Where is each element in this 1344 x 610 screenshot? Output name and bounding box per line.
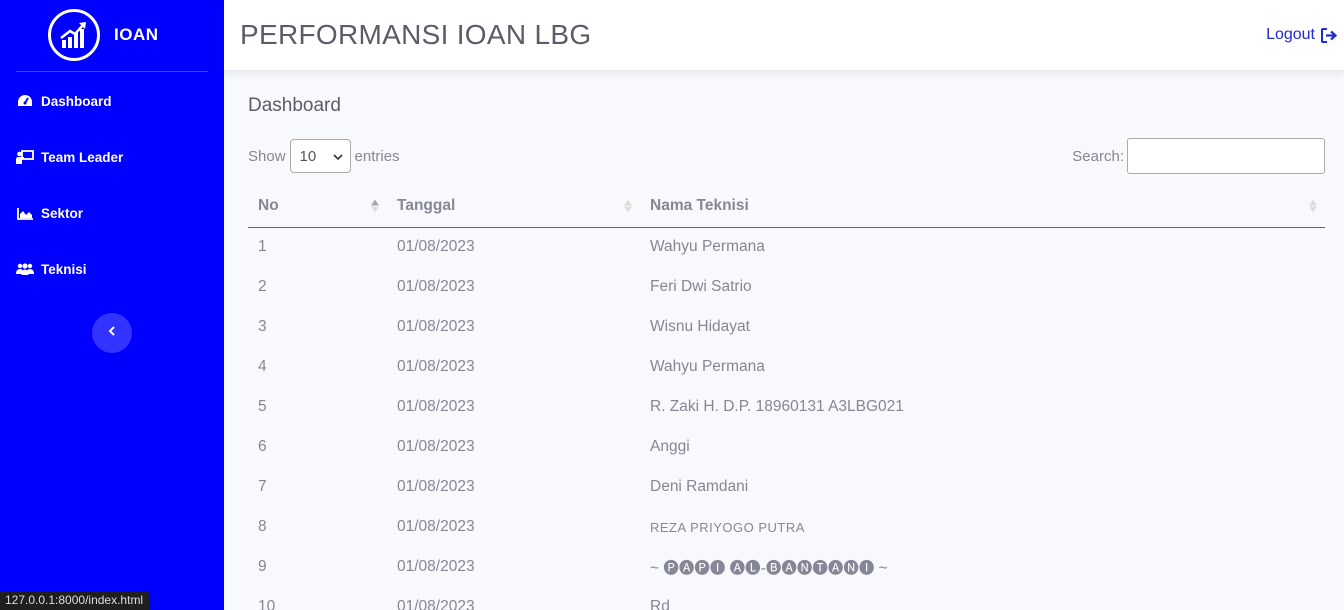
- table-row: 4 01/08/2023 Wahyu Permana: [248, 347, 1325, 387]
- growth-chart-logo-icon: [48, 9, 100, 61]
- sidebar-toggle-button[interactable]: [92, 313, 132, 353]
- column-header-label: No: [258, 196, 279, 214]
- cell-nama-teknisi: R. Zaki H. D.P. 18960131 A3LBG021: [650, 398, 904, 415]
- cell-no: 10: [258, 598, 276, 610]
- cell-tanggal: 01/08/2023: [397, 238, 475, 256]
- entries-value: 10: [299, 147, 317, 165]
- cell-nama-teknisi: ~ 🅟🅐🅟🅘 🅐🅛-🅑🅐🅝🅣🅐🅝🅘 ~: [650, 560, 888, 577]
- sidebar-item-label: Team Leader: [41, 149, 124, 165]
- cell-tanggal: 01/08/2023: [397, 318, 475, 335]
- topbar: PERFORMANSI IOAN LBG Logout: [224, 0, 1344, 70]
- cell-nama-teknisi: Rd: [650, 598, 670, 610]
- cell-no: 6: [258, 438, 267, 455]
- sidebar-item-team-leader[interactable]: Team Leader: [0, 129, 224, 185]
- table-row: 2 01/08/2023 Feri Dwi Satrio: [248, 267, 1325, 307]
- chevron-left-icon: [108, 324, 116, 342]
- column-header-label: Tanggal: [397, 196, 456, 214]
- sidebar: IOAN Dashboard Team Leader Sektor Teknis…: [0, 0, 224, 610]
- sort-icon: [624, 199, 632, 213]
- cell-tanggal: 01/08/2023: [397, 518, 475, 535]
- cell-tanggal: 01/08/2023: [397, 278, 475, 295]
- cell-no: 5: [258, 398, 267, 415]
- page-title: PERFORMANSI IOAN LBG: [240, 19, 592, 50]
- table-header-row: No Tanggal Nama Teknisi: [248, 185, 1325, 228]
- sidebar-item-teknisi[interactable]: Teknisi: [0, 241, 224, 297]
- brand-name: IOAN: [114, 25, 159, 44]
- column-header-nama-teknisi[interactable]: Nama Teknisi: [640, 185, 1325, 228]
- table-row: 8 01/08/2023 REZA PRIYOGO PUTRA: [248, 507, 1325, 547]
- cell-nama-teknisi: Deni Ramdani: [650, 478, 749, 495]
- table-row: 9 01/08/2023 ~ 🅟🅐🅟🅘 🅐🅛-🅑🅐🅝🅣🅐🅝🅘 ~: [248, 547, 1325, 587]
- table-controls: Show 10 entries Search:: [248, 138, 1325, 174]
- cell-no: 8: [258, 518, 267, 535]
- cell-no: 3: [258, 318, 267, 335]
- cell-nama-teknisi: Anggi: [650, 438, 690, 455]
- chalkboard-teacher-icon: [16, 148, 34, 166]
- search-control: Search:: [1072, 138, 1325, 174]
- search-label: Search:: [1072, 147, 1124, 165]
- sidebar-divider: [16, 71, 208, 72]
- cell-nama-teknisi: Feri Dwi Satrio: [650, 278, 752, 295]
- cell-tanggal: 01/08/2023: [397, 438, 475, 455]
- entries-select[interactable]: 10: [289, 139, 351, 173]
- cell-nama-teknisi: REZA PRIYOGO PUTRA: [650, 519, 805, 535]
- brand[interactable]: IOAN: [0, 0, 224, 70]
- teknisi-table: No Tanggal Nama Teknisi 1 01/08/2023 Wah…: [248, 185, 1325, 610]
- column-header-no[interactable]: No: [248, 185, 387, 228]
- tachometer-icon: [16, 92, 34, 110]
- column-header-label: Nama Teknisi: [650, 196, 749, 214]
- sort-icon: [371, 199, 379, 213]
- cell-tanggal: 01/08/2023: [397, 398, 475, 415]
- cell-nama-teknisi: Wisnu Hidayat: [650, 318, 750, 335]
- sidebar-item-label: Sektor: [41, 205, 84, 221]
- sign-out-icon: [1321, 27, 1338, 43]
- cell-tanggal: 01/08/2023: [397, 358, 475, 375]
- table-row: 6 01/08/2023 Anggi: [248, 427, 1325, 467]
- logout-link[interactable]: Logout: [1266, 26, 1344, 44]
- entries-length-control: Show 10 entries: [248, 139, 400, 173]
- chevron-down-icon: [332, 148, 343, 165]
- section-title: Dashboard: [248, 95, 341, 116]
- show-label: Show: [248, 147, 286, 165]
- logout-label: Logout: [1266, 26, 1315, 43]
- cell-no: 7: [258, 478, 267, 495]
- entries-label: entries: [354, 147, 400, 165]
- table-row: 1 01/08/2023 Wahyu Permana: [248, 227, 1325, 267]
- cell-tanggal: 01/08/2023: [397, 598, 475, 610]
- cell-no: 2: [258, 278, 267, 295]
- cell-nama-teknisi: Wahyu Permana: [650, 358, 765, 375]
- cell-no: 4: [258, 358, 267, 375]
- area-chart-icon: [16, 204, 34, 222]
- sidebar-item-label: Teknisi: [41, 261, 87, 277]
- sidebar-item-sektor[interactable]: Sektor: [0, 185, 224, 241]
- cell-no: 1: [258, 238, 267, 256]
- cell-tanggal: 01/08/2023: [397, 478, 475, 495]
- sort-icon: [1309, 199, 1317, 213]
- cell-nama-teknisi: Wahyu Permana: [650, 238, 765, 256]
- table-row: 5 01/08/2023 R. Zaki H. D.P. 18960131 A3…: [248, 387, 1325, 427]
- sidebar-item-label: Dashboard: [41, 93, 112, 109]
- table-row: 10 01/08/2023 Rd: [248, 587, 1325, 610]
- table-row: 3 01/08/2023 Wisnu Hidayat: [248, 307, 1325, 347]
- table-row: 7 01/08/2023 Deni Ramdani: [248, 467, 1325, 507]
- sidebar-item-dashboard[interactable]: Dashboard: [0, 73, 224, 129]
- main-content: Dashboard Show 10 entries Search: No Tan…: [248, 70, 1325, 610]
- users-icon: [16, 260, 34, 278]
- cell-no: 9: [258, 558, 267, 575]
- browser-status-url: 127.0.0.1:8000/index.html: [0, 591, 150, 610]
- cell-tanggal: 01/08/2023: [397, 558, 475, 575]
- column-header-tanggal[interactable]: Tanggal: [387, 185, 640, 228]
- search-input[interactable]: [1127, 138, 1325, 174]
